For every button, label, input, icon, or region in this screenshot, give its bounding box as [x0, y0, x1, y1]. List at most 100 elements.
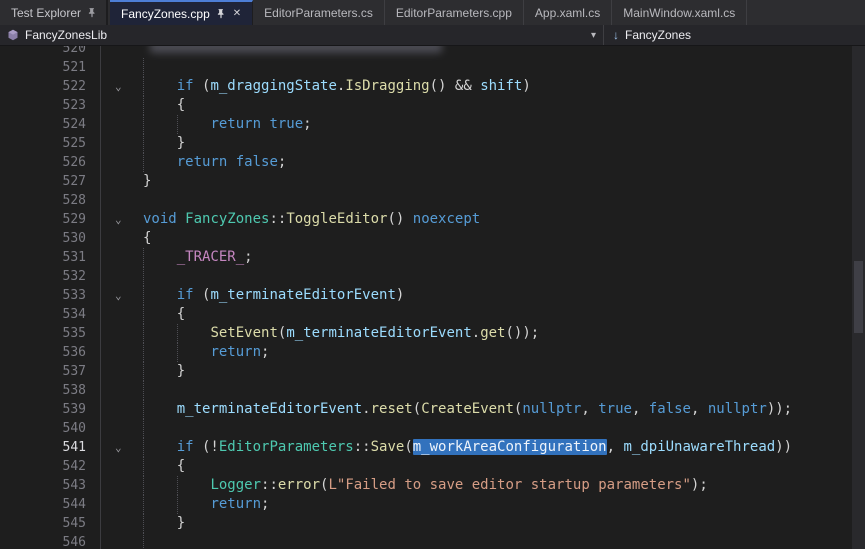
code-token: ; — [303, 116, 311, 132]
line-number[interactable]: 540 — [0, 419, 86, 438]
line-number[interactable]: 537 — [0, 362, 86, 381]
line-number[interactable]: 520 — [0, 46, 86, 58]
code-line[interactable]: 528 — [0, 191, 852, 210]
code-token — [227, 154, 235, 170]
code-line[interactable]: 540 — [0, 419, 852, 438]
code-line[interactable]: 529⌄void FancyZones::ToggleEditor() noex… — [0, 210, 852, 229]
line-number[interactable]: 531 — [0, 248, 86, 267]
close-icon[interactable]: ✕ — [232, 9, 241, 19]
line-number[interactable]: 539 — [0, 400, 86, 419]
code-line[interactable]: 531 _TRACER_; — [0, 248, 852, 267]
tab-label: EditorParameters.cs — [264, 6, 373, 20]
line-number[interactable]: 541 — [0, 438, 86, 457]
code-line[interactable]: 522⌄ if (m_draggingState.IsDragging() &&… — [0, 77, 852, 96]
tab-fancyzones-cpp[interactable]: FancyZones.cpp ✕ — [110, 0, 253, 25]
indent-guide — [177, 495, 178, 514]
code-line[interactable]: 542 { — [0, 457, 852, 476]
tab-label: MainWindow.xaml.cs — [623, 6, 735, 20]
code-token: shift — [480, 78, 522, 94]
code-token: false — [649, 401, 691, 417]
code-line[interactable]: 526 return false; — [0, 153, 852, 172]
code-line[interactable]: 546 — [0, 533, 852, 549]
fold-margin — [86, 229, 140, 248]
code-line[interactable]: 539 m_terminateEditorEvent.reset(CreateE… — [0, 400, 852, 419]
symbol-dropdown[interactable]: ↓ FancyZones — [604, 25, 700, 45]
fold-chevron-icon[interactable]: ⌄ — [86, 77, 140, 96]
line-number[interactable]: 525 — [0, 134, 86, 153]
line-number[interactable]: 527 — [0, 172, 86, 191]
code-editor[interactable]: 520521522⌄ if (m_draggingState.IsDraggin… — [0, 46, 865, 549]
code-line[interactable]: 521 — [0, 58, 852, 77]
code-line[interactable]: 533⌄ if (m_terminateEditorEvent) — [0, 286, 852, 305]
code-line[interactable]: 537 } — [0, 362, 852, 381]
code-content — [140, 58, 852, 77]
line-number[interactable]: 523 — [0, 96, 86, 115]
code-token: m_draggingState — [210, 78, 336, 94]
code-line[interactable]: 541⌄ if (!EditorParameters::Save(m_workA… — [0, 438, 852, 457]
line-number[interactable]: 528 — [0, 191, 86, 210]
code-line[interactable]: 524 return true; — [0, 115, 852, 134]
tab-bar-filler — [747, 0, 865, 25]
vertical-scrollbar[interactable] — [852, 46, 865, 549]
tab-app-xaml-cs[interactable]: App.xaml.cs — [524, 0, 612, 25]
line-number[interactable]: 544 — [0, 495, 86, 514]
fold-margin — [86, 96, 140, 115]
pin-icon[interactable] — [216, 8, 226, 19]
code-token: m_terminateEditorEvent — [177, 401, 362, 417]
code-line[interactable]: 523 { — [0, 96, 852, 115]
line-number[interactable]: 536 — [0, 343, 86, 362]
code-line[interactable]: 545 } — [0, 514, 852, 533]
code-token: if — [177, 78, 194, 94]
code-content — [140, 191, 852, 210]
code-line[interactable]: 536 return; — [0, 343, 852, 362]
code-line[interactable]: 525 } — [0, 134, 852, 153]
code-token: :: — [354, 439, 371, 455]
code-token: if — [177, 287, 194, 303]
code-token: } — [143, 173, 151, 189]
line-number[interactable]: 538 — [0, 381, 86, 400]
code-token: IsDragging — [345, 78, 429, 94]
fold-margin — [86, 172, 140, 191]
project-dropdown[interactable]: FancyZonesLib ▾ — [0, 25, 604, 45]
fold-chevron-icon[interactable]: ⌄ — [86, 210, 140, 229]
line-number[interactable]: 543 — [0, 476, 86, 495]
scrollbar-thumb[interactable] — [854, 261, 863, 333]
code-line[interactable]: 538 — [0, 381, 852, 400]
line-number[interactable]: 533 — [0, 286, 86, 305]
code-token: ( — [194, 78, 211, 94]
code-token: ( — [404, 439, 412, 455]
code-line[interactable]: 534 { — [0, 305, 852, 324]
code-token: m_terminateEditorEvent — [210, 287, 395, 303]
line-number[interactable]: 532 — [0, 267, 86, 286]
tab-editorparameters-cpp[interactable]: EditorParameters.cpp — [385, 0, 524, 25]
code-line[interactable]: 532 — [0, 267, 852, 286]
pin-icon[interactable] — [87, 7, 97, 18]
line-number[interactable]: 534 — [0, 305, 86, 324]
line-number[interactable]: 535 — [0, 324, 86, 343]
code-line[interactable]: 520 — [0, 46, 852, 58]
line-number[interactable]: 521 — [0, 58, 86, 77]
fold-margin — [86, 362, 140, 381]
line-number[interactable]: 526 — [0, 153, 86, 172]
code-line[interactable]: 530{ — [0, 229, 852, 248]
indent-guide — [177, 324, 178, 343]
tab-mainwindow-xaml-cs[interactable]: MainWindow.xaml.cs — [612, 0, 747, 25]
code-token: nullptr — [708, 401, 767, 417]
fold-chevron-icon[interactable]: ⌄ — [86, 438, 140, 457]
line-number[interactable]: 545 — [0, 514, 86, 533]
line-number[interactable]: 530 — [0, 229, 86, 248]
code-content: { — [140, 305, 852, 324]
line-number[interactable]: 546 — [0, 533, 86, 549]
code-line[interactable]: 543 Logger::error(L"Failed to save edito… — [0, 476, 852, 495]
code-line[interactable]: 544 return; — [0, 495, 852, 514]
fold-chevron-icon[interactable]: ⌄ — [86, 286, 140, 305]
line-number[interactable]: 542 — [0, 457, 86, 476]
line-number[interactable]: 522 — [0, 77, 86, 96]
code-line[interactable]: 527} — [0, 172, 852, 191]
code-token — [177, 211, 185, 227]
tab-test-explorer[interactable]: Test Explorer — [0, 0, 108, 25]
tab-editorparameters-cs[interactable]: EditorParameters.cs — [253, 0, 385, 25]
code-line[interactable]: 535 SetEvent(m_terminateEditorEvent.get(… — [0, 324, 852, 343]
line-number[interactable]: 529 — [0, 210, 86, 229]
line-number[interactable]: 524 — [0, 115, 86, 134]
